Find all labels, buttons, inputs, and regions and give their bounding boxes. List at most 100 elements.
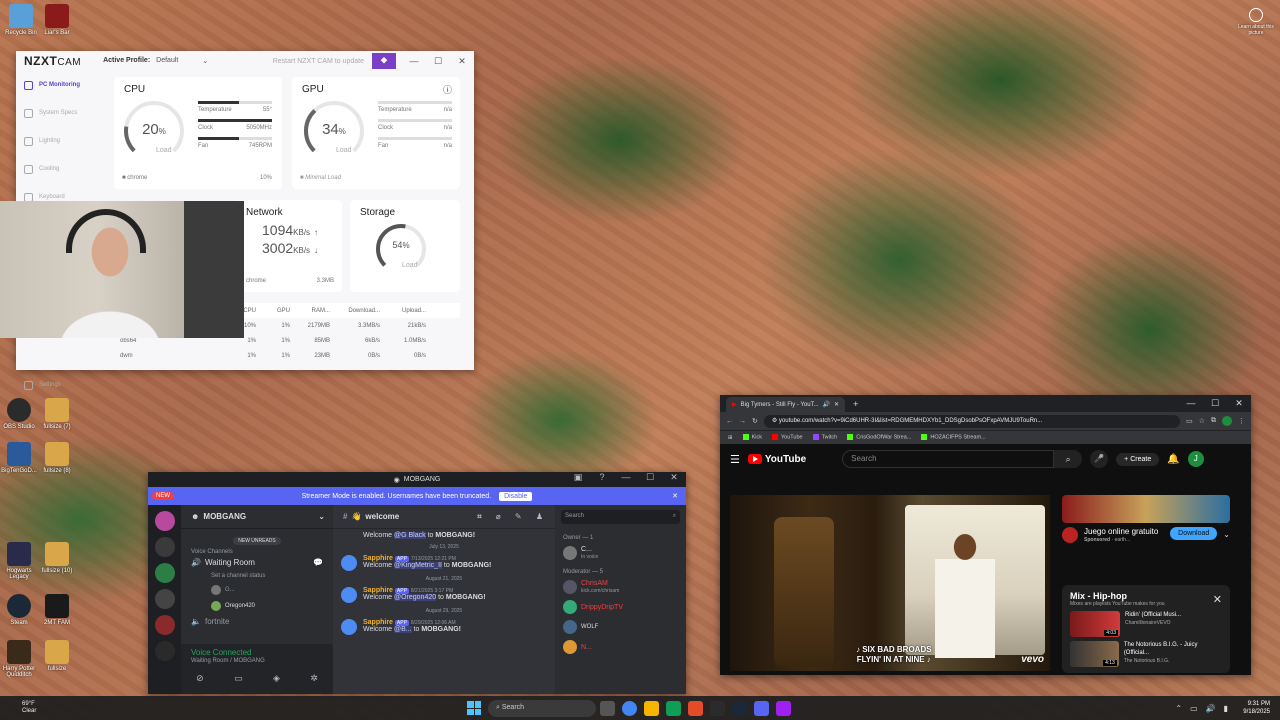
chat-header-tools[interactable]: ⌗ ⌀ ✎ ♟ — [477, 512, 549, 522]
terminal-icon[interactable] — [710, 700, 725, 716]
column-upload[interactable]: Upload... — [380, 308, 426, 314]
desktop-icon-liars-bar[interactable]: Liar's Bar — [38, 4, 76, 36]
search-input[interactable]: Search ⌕ — [555, 505, 686, 529]
download-button[interactable]: Download — [1170, 527, 1218, 540]
desktop-icon-fullsize-10[interactable]: fullsize (10) — [38, 542, 76, 574]
task-view-icon[interactable] — [600, 700, 615, 716]
maximize-icon[interactable]: ☐ — [426, 56, 450, 67]
file-explorer-icon[interactable] — [644, 700, 659, 716]
start-icon[interactable] — [467, 701, 481, 715]
info-icon[interactable]: ⓘ — [443, 83, 452, 96]
restart-notice[interactable]: Restart NZXT CAM to update — [273, 58, 364, 65]
video-player[interactable]: ♪ SIX BAD BROADS FLYIN' IN AT NINE ♪ vevo — [730, 495, 1050, 671]
active-profile[interactable]: Active Profile: Default ⌄ — [103, 57, 208, 65]
server-avatar[interactable] — [154, 615, 175, 635]
camera-off-icon[interactable]: ⊘ — [196, 673, 204, 684]
star-icon[interactable]: ☆ — [1199, 417, 1205, 425]
inbox-icon[interactable]: ▣ — [566, 472, 590, 483]
channel-waiting-room[interactable]: 🔊 Waiting Room 💬 — [181, 555, 333, 570]
server-avatar[interactable] — [154, 563, 175, 583]
search-icon[interactable]: ⌕ — [1054, 450, 1083, 468]
close-icon[interactable]: ✕ — [450, 56, 474, 67]
weather-widget[interactable]: 69°F Clear — [22, 701, 36, 715]
create-button[interactable]: + Create — [1116, 452, 1160, 466]
help-icon[interactable]: ? — [590, 472, 614, 483]
activity-icon[interactable]: ◈ — [273, 673, 280, 684]
playlist-item[interactable]: 4:13 The Notorious B.I.G. - Juicy (Offic… — [1070, 641, 1222, 667]
taskbar-clock[interactable]: 9:31 PM 9/18/2025 — [1243, 700, 1270, 716]
close-icon[interactable]: ✕ — [1213, 593, 1222, 606]
nzxt-icon[interactable] — [776, 700, 791, 716]
desktop-icon-steam[interactable]: Steam — [0, 594, 38, 626]
bookmark-kick[interactable]: Kick — [742, 434, 762, 441]
hamburger-menu-icon[interactable]: ☰ — [730, 453, 740, 466]
member-item[interactable]: WOLF — [555, 617, 686, 637]
column-ram[interactable]: RAM... — [290, 308, 330, 314]
message[interactable]: Welcome @G Black to MOBGANG! — [333, 529, 555, 542]
sponsored-ad[interactable]: Juego online gratuito Sponsored · earth..… — [1062, 495, 1230, 575]
maximize-icon[interactable]: ☐ — [1203, 398, 1227, 409]
message[interactable]: Sapphire APP 8/21/2025 3:17 PM Welcome @O… — [333, 584, 555, 606]
discord-icon[interactable] — [754, 700, 769, 716]
channel-fortnite[interactable]: 🔈 fortnite — [181, 614, 333, 629]
network-icon[interactable]: ▭ — [1190, 704, 1198, 713]
desktop-icon-hogwarts[interactable]: Hogwarts Legacy — [0, 542, 38, 580]
server-avatar[interactable] — [154, 537, 175, 557]
minimize-icon[interactable]: — — [402, 56, 426, 67]
minimize-icon[interactable]: — — [614, 472, 638, 483]
minimize-icon[interactable]: — — [1179, 398, 1203, 409]
server-avatar[interactable] — [154, 641, 175, 661]
sidebar-item-system-specs[interactable]: System Specs — [16, 99, 106, 127]
channel-status[interactable]: Set a channel status — [181, 570, 333, 582]
reload-icon[interactable]: ↻ — [752, 417, 758, 425]
column-download[interactable]: Download... — [330, 308, 380, 314]
cast-icon[interactable]: ▭ — [1186, 417, 1193, 425]
maximize-icon[interactable]: ☐ — [638, 472, 662, 483]
menu-icon[interactable]: ⋮ — [1238, 417, 1245, 425]
member-item[interactable]: ChrisAM kick.com/chrisam — [555, 577, 686, 597]
url-field[interactable]: ⚙ youtube.com/watch?v=9iCd6UHR-3I&list=R… — [763, 414, 1181, 428]
youtube-search-input[interactable]: Search — [842, 450, 1055, 468]
server-avatar[interactable] — [154, 511, 175, 531]
bookmark-hozacifps[interactable]: HOZACIFPS Stream... — [921, 434, 986, 441]
playlist-item[interactable]: 4:03 Ridin' (Official Musi... Chamilliona… — [1070, 611, 1222, 637]
voice-user[interactable]: Oregon420 — [181, 598, 333, 614]
message[interactable]: Sapphire APP 7/13/2025 12:21 PM Welcome @… — [333, 552, 555, 574]
steam-icon[interactable] — [732, 700, 747, 716]
learn-about-picture[interactable]: Learn about this picture — [1236, 8, 1276, 36]
voice-channels-label[interactable]: Voice Channels — [181, 545, 333, 555]
bookmark-crisgodofwar[interactable]: CrisGodOfWar Strea... — [847, 434, 911, 441]
sidebar-item-cooling[interactable]: Cooling — [16, 155, 106, 183]
close-icon[interactable]: ✕ — [1227, 398, 1251, 409]
sidebar-item-pc-monitoring[interactable]: PC Monitoring — [16, 71, 106, 99]
chevron-up-icon[interactable]: ⌃ — [1175, 704, 1182, 713]
profile-icon[interactable] — [1222, 416, 1232, 426]
youtube-logo[interactable]: YouTube — [747, 454, 806, 465]
microphone-icon[interactable]: 🎤 — [1090, 450, 1109, 468]
apps-icon[interactable]: ⊞ — [728, 435, 733, 441]
speaker-icon[interactable]: 🔊 — [823, 401, 830, 408]
desktop-icon-fullsize[interactable]: fullsize — [38, 640, 76, 672]
new-tab-icon[interactable]: + — [853, 399, 858, 409]
taskbar-search[interactable]: ⌕ Search — [488, 699, 596, 717]
desktop-icon-fullsize-7[interactable]: fullsize (7) — [38, 398, 76, 430]
app-icon[interactable] — [688, 700, 703, 716]
disable-button[interactable]: Disable — [499, 491, 533, 501]
bookmark-youtube[interactable]: YouTube — [772, 434, 803, 441]
server-avatar[interactable] — [154, 589, 175, 609]
close-icon[interactable]: ✕ — [834, 401, 839, 408]
extensions-icon[interactable]: ⧉ — [1211, 417, 1216, 425]
bookmark-twitch[interactable]: Twitch — [812, 434, 837, 441]
tab-youtube[interactable]: ▶ Big Tymers - Still Fly - YouT... 🔊 ✕ — [726, 397, 846, 412]
desktop-icon-recycle-bin[interactable]: Recycle Bin — [2, 4, 40, 36]
store-icon[interactable] — [666, 700, 681, 716]
server-header[interactable]: ☻ MOBGANG ⌄ — [181, 505, 333, 529]
voice-user[interactable]: G... — [181, 582, 333, 598]
desktop-icon-fullsize-8[interactable]: fullsize (8) — [38, 442, 76, 474]
sidebar-item-lighting[interactable]: Lighting — [16, 127, 106, 155]
new-unreads-pill[interactable]: NEW UNREADS — [181, 533, 333, 545]
desktop-icon-bigtengod[interactable]: BigTenGoD... — [0, 442, 38, 474]
desktop-icon-2mt-fam[interactable]: 2MT FAM — [38, 594, 76, 626]
screen-share-icon[interactable]: ▭ — [234, 673, 243, 684]
forward-icon[interactable]: → — [739, 418, 746, 425]
